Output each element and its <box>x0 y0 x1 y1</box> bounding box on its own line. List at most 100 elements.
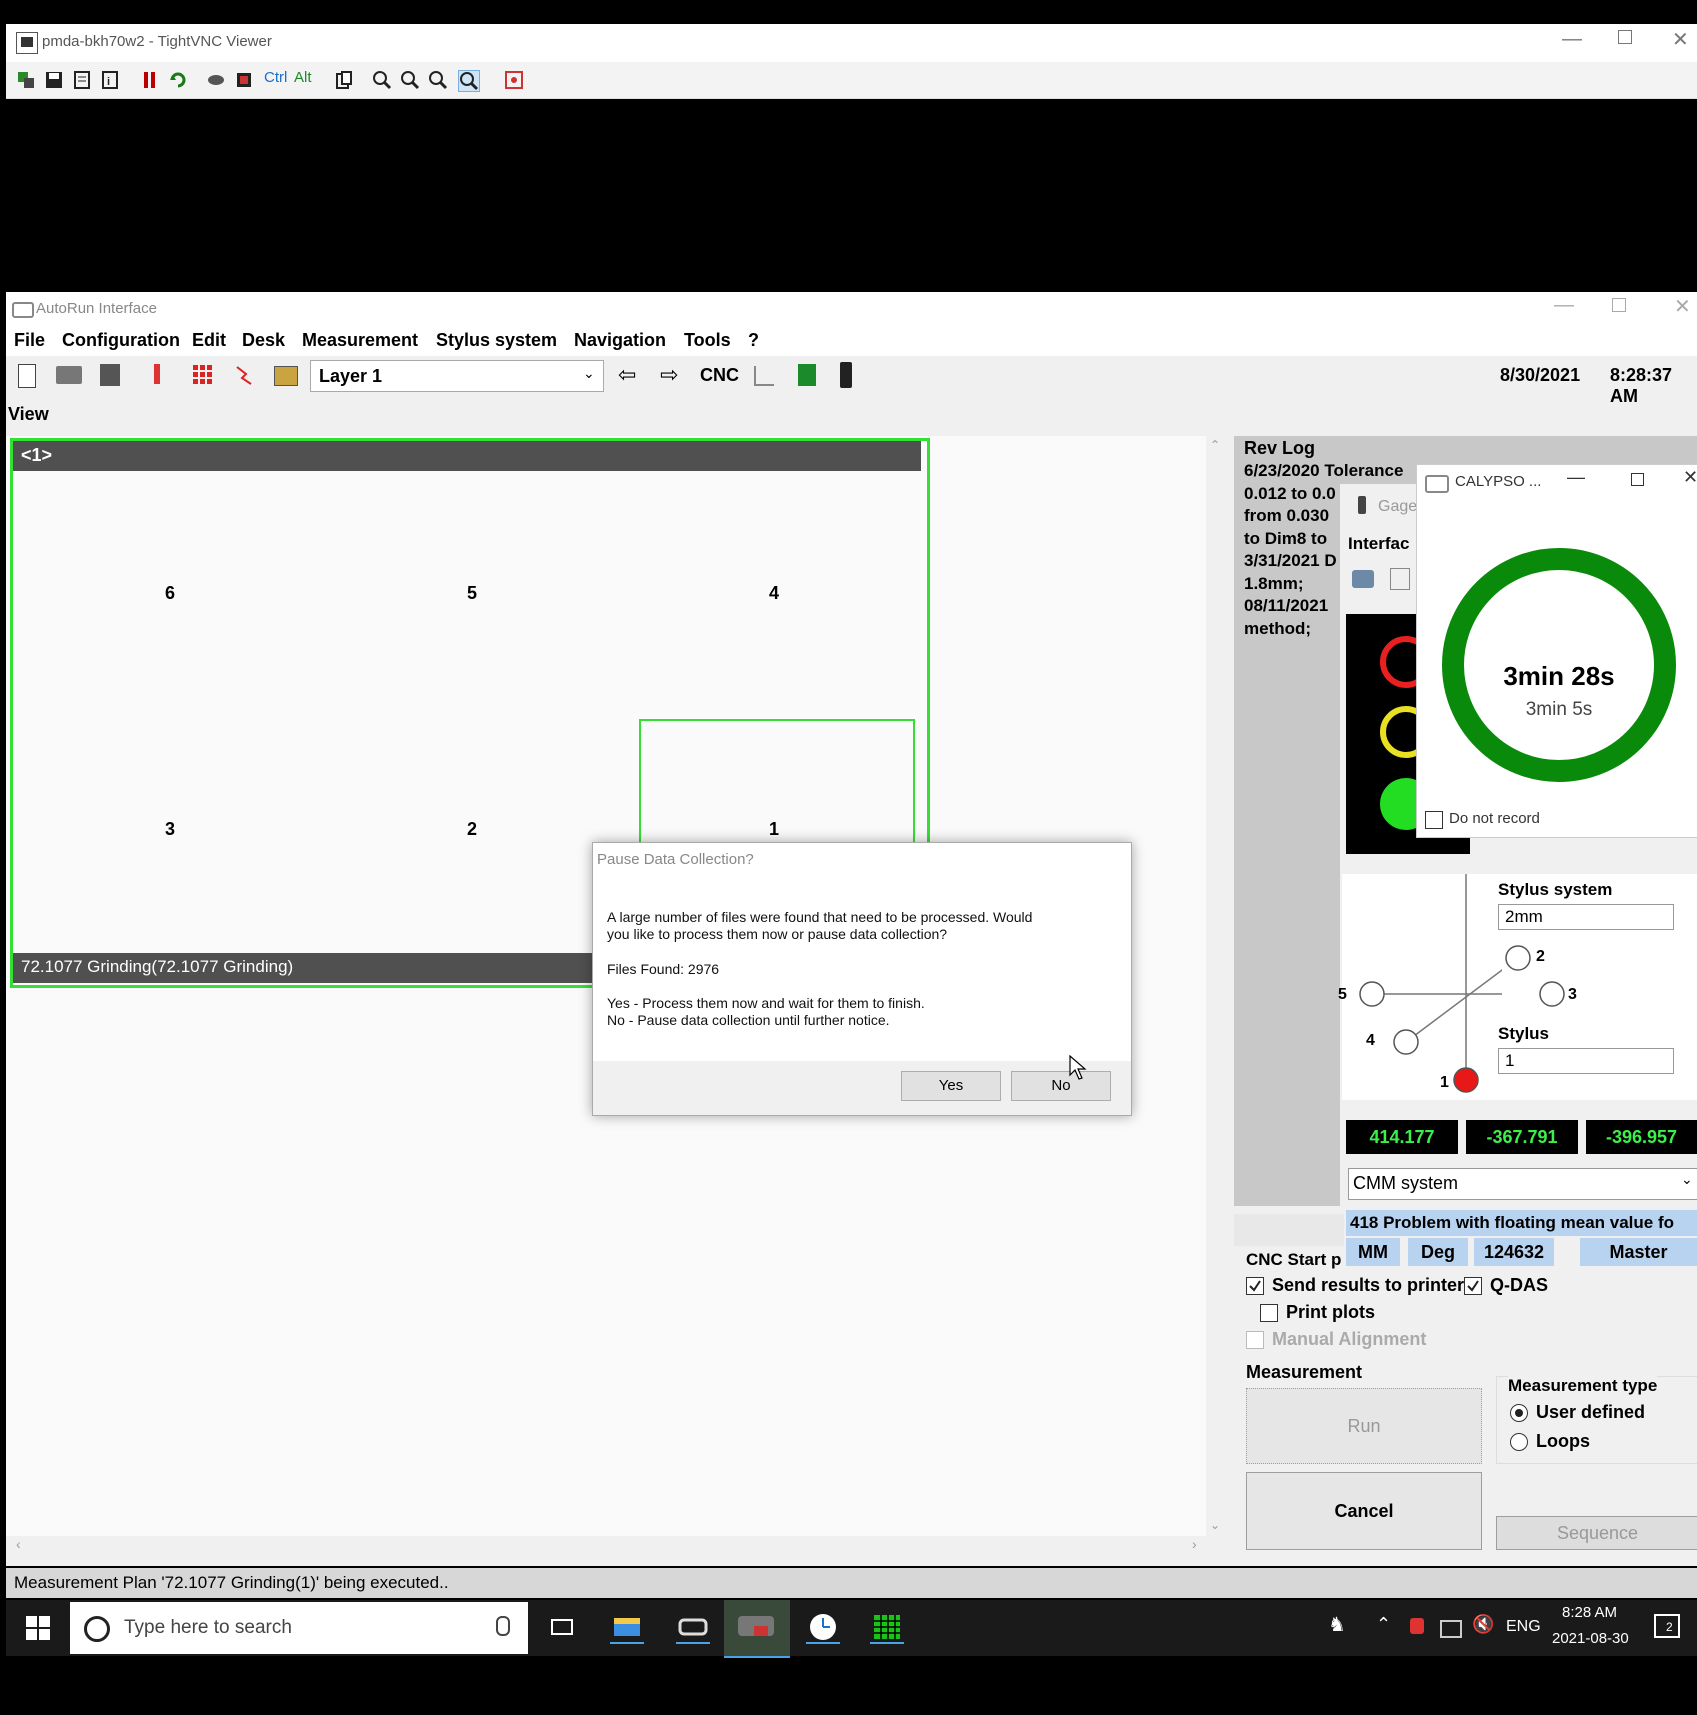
security-tray-icon[interactable] <box>1410 1618 1424 1634</box>
print-plots-checkbox[interactable] <box>1260 1304 1278 1322</box>
printer-icon[interactable] <box>1390 568 1410 590</box>
taskbar-search-box[interactable]: Type here to search <box>70 1602 528 1654</box>
traffic-light-icon[interactable] <box>840 362 852 388</box>
sequence-button[interactable]: Sequence <box>1496 1516 1697 1550</box>
zoom-in-icon[interactable] <box>372 70 392 90</box>
microphone-icon[interactable] <box>496 1616 510 1636</box>
send-results-checkbox[interactable] <box>1246 1277 1264 1295</box>
manual-alignment-checkbox[interactable] <box>1246 1331 1264 1349</box>
layer-select[interactable]: Layer 1 ⌄ <box>310 360 604 392</box>
chart-icon[interactable] <box>754 366 774 386</box>
ctrl-key-button[interactable]: Ctrl <box>264 69 287 86</box>
ctrl-alt-del-icon[interactable] <box>234 70 254 90</box>
menu-stylus-system[interactable]: Stylus system <box>436 330 557 351</box>
stylus-field[interactable]: 1 <box>1498 1048 1674 1074</box>
path-icon[interactable] <box>234 364 254 386</box>
options-icon[interactable] <box>72 70 92 90</box>
scroll-down-icon[interactable]: ⌄ <box>1210 1518 1220 1532</box>
calypso-maximize-icon[interactable] <box>1631 473 1644 486</box>
scroll-right-icon[interactable]: › <box>1192 1536 1197 1552</box>
menu-navigation[interactable]: Navigation <box>574 330 666 351</box>
network-icon[interactable] <box>1440 1620 1462 1638</box>
file-explorer-icon[interactable] <box>610 1612 644 1644</box>
search-placeholder: Type here to search <box>124 1617 292 1638</box>
calypso-minimize-icon[interactable]: — <box>1567 467 1585 488</box>
calypso-taskbar-icon[interactable] <box>724 1600 790 1658</box>
plan-cell-1[interactable]: 1 <box>769 819 779 840</box>
report-icon[interactable] <box>798 364 816 386</box>
autorun-restore-icon[interactable] <box>1612 298 1626 312</box>
zoom-100-icon[interactable] <box>428 70 448 90</box>
save-file-icon[interactable] <box>100 364 120 386</box>
qdas-checkbox[interactable] <box>1464 1277 1482 1295</box>
menu-help[interactable]: ? <box>748 330 759 351</box>
zoom-out-icon[interactable] <box>400 70 420 90</box>
plan-cell-6[interactable]: 6 <box>165 583 175 604</box>
image-icon[interactable] <box>274 366 298 386</box>
open-folder-icon[interactable] <box>56 366 82 384</box>
gage-traffic-icon <box>1358 496 1366 514</box>
no-button[interactable]: No <box>1011 1071 1111 1101</box>
notification-center-icon[interactable]: 2 <box>1654 1614 1680 1638</box>
marker-icon[interactable] <box>154 364 160 384</box>
run-button[interactable]: Run <box>1246 1388 1482 1464</box>
grid-app-icon[interactable] <box>870 1612 904 1644</box>
menu-desk[interactable]: Desk <box>242 330 285 351</box>
autorun-taskbar-icon[interactable] <box>676 1612 710 1644</box>
menu-configuration[interactable]: Configuration <box>62 330 180 351</box>
plan-cell-2[interactable]: 2 <box>467 819 477 840</box>
tray-chevron-icon[interactable]: ⌃ <box>1376 1614 1391 1635</box>
clock-app-icon[interactable] <box>806 1612 840 1644</box>
clock-date[interactable]: 2021-08-30 <box>1552 1630 1629 1647</box>
do-not-record-checkbox[interactable] <box>1425 811 1443 829</box>
minimize-icon[interactable]: — <box>1562 28 1582 51</box>
probe-tool-icon[interactable] <box>1352 570 1374 588</box>
fullscreen-icon[interactable] <box>504 70 524 90</box>
no-explanation: No - Pause data collection until further… <box>607 1012 890 1028</box>
windows-start-icon[interactable] <box>26 1616 50 1640</box>
horizontal-scrollbar[interactable]: ‹ › <box>6 1536 1206 1554</box>
scroll-left-icon[interactable]: ‹ <box>16 1536 21 1552</box>
autorun-minimize-icon[interactable]: — <box>1554 294 1574 317</box>
calypso-close-icon[interactable]: ✕ <box>1683 467 1697 488</box>
plan-cell-4[interactable]: 4 <box>769 583 779 604</box>
coord-system-select[interactable]: CMM system ⌄ <box>1348 1168 1697 1200</box>
clipboard-icon[interactable] <box>334 70 354 90</box>
vertical-scrollbar[interactable]: ⌃ ⌄ <box>1206 436 1224 1541</box>
yes-button[interactable]: Yes <box>901 1071 1001 1101</box>
arrow-left-icon[interactable]: ⇦ <box>618 362 636 388</box>
stylus-system-field[interactable]: 2mm <box>1498 904 1674 930</box>
menu-file[interactable]: File <box>14 330 45 351</box>
refresh-icon[interactable] <box>168 70 188 90</box>
new-connection-icon[interactable] <box>16 70 36 90</box>
plan-cell-5[interactable]: 5 <box>467 583 477 604</box>
language-indicator[interactable]: ENG <box>1506 1618 1541 1636</box>
alt-key-button[interactable]: Alt <box>294 69 312 86</box>
people-icon[interactable]: ♞ <box>1328 1612 1346 1637</box>
maximize-icon[interactable] <box>1618 30 1632 44</box>
transfer-icon[interactable] <box>206 70 226 90</box>
menu-measurement[interactable]: Measurement <box>302 330 418 351</box>
probe-label-2: 2 <box>1536 948 1545 965</box>
user-defined-radio[interactable] <box>1510 1404 1528 1422</box>
task-view-icon[interactable] <box>546 1612 580 1642</box>
loops-radio[interactable] <box>1510 1433 1528 1451</box>
volume-muted-icon[interactable]: 🔇 <box>1472 1614 1494 1635</box>
info-icon[interactable]: i <box>100 70 120 90</box>
plan-cell-3[interactable]: 3 <box>165 819 175 840</box>
autorun-close-icon[interactable]: ✕ <box>1674 294 1691 319</box>
cancel-button[interactable]: Cancel <box>1246 1472 1482 1550</box>
zoom-auto-icon[interactable] <box>458 70 480 92</box>
menu-edit[interactable]: Edit <box>192 330 226 351</box>
arrow-right-icon[interactable]: ⇨ <box>660 362 678 388</box>
cnc-button[interactable]: CNC <box>700 365 739 386</box>
grid-icon[interactable] <box>192 364 214 386</box>
clock-time[interactable]: 8:28 AM <box>1562 1604 1617 1621</box>
pause-icon[interactable] <box>140 70 160 90</box>
interface-tab[interactable]: Interfac <box>1348 534 1409 554</box>
new-file-icon[interactable] <box>18 364 36 388</box>
save-icon[interactable] <box>44 70 64 90</box>
menu-tools[interactable]: Tools <box>684 330 731 351</box>
scroll-up-icon[interactable]: ⌃ <box>1210 438 1220 452</box>
close-icon[interactable]: ✕ <box>1672 27 1689 52</box>
